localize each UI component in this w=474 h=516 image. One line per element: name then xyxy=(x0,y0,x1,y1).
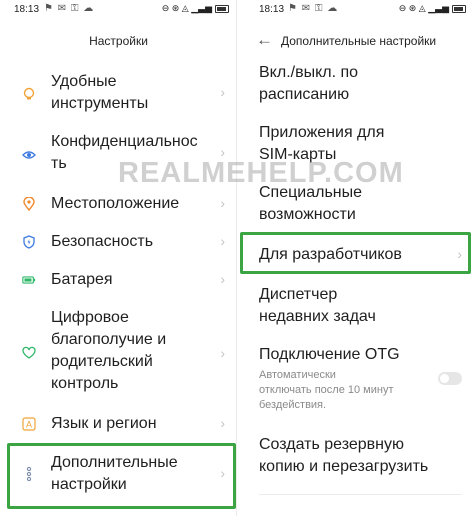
settings-item-scheduled-power[interactable]: Вкл./выкл. по расписанию xyxy=(237,62,474,108)
status-bar: 18:13 ⚑ ✉ ⚿ ☁ ⊖ ⊛ ◬ ▁▃▅ xyxy=(0,0,237,20)
system-icons: ⊖ ⊛ ◬ ▁▃▅ xyxy=(162,3,229,14)
signal-icons: ⊖ ⊛ ◬ ▁▃▅ xyxy=(161,3,212,13)
chevron-right-icon: › xyxy=(457,246,462,262)
settings-item-convenience-tools[interactable]: Удобные инструменты › xyxy=(0,70,237,118)
system-icons: ⊖ ⊛ ◬ ▁▃▅ xyxy=(399,3,466,14)
settings-item-label: Батарея xyxy=(51,271,113,288)
settings-panel: 18:13 ⚑ ✉ ⚿ ☁ ⊖ ⊛ ◬ ▁▃▅ Настройки Удобны… xyxy=(0,0,237,516)
chevron-right-icon: › xyxy=(220,271,225,287)
settings-item-backup-reboot[interactable]: Создать резервную копию и перезагрузить xyxy=(237,434,474,480)
settings-item-label: Безопасность xyxy=(51,233,154,250)
signal-icons: ⊖ ⊛ ◬ ▁▃▅ xyxy=(398,3,449,13)
language-a-icon: A xyxy=(22,417,36,431)
otg-toggle-switch[interactable] xyxy=(438,372,462,385)
privacy-eye-icon xyxy=(22,148,36,162)
chevron-right-icon: › xyxy=(220,415,225,431)
settings-item-developer-options[interactable]: Для разработчиков › xyxy=(237,244,474,268)
additional-settings-panel: 18:13 ⚑ ✉ ⚿ ☁ ⊖ ⊛ ◬ ▁▃▅ ← Дополнительные… xyxy=(237,0,474,516)
settings-item-label: Удобные инструменты xyxy=(51,73,149,112)
settings-item-label: Подключение OTG xyxy=(259,346,400,363)
settings-item-label: Цифровое благополучие и родительский кон… xyxy=(51,309,167,392)
chevron-right-icon: › xyxy=(220,195,225,211)
chevron-right-icon: › xyxy=(220,233,225,249)
settings-item-language-region[interactable]: A Язык и регион › xyxy=(0,412,237,436)
settings-item-label: Диспетчер недавних задач xyxy=(259,286,376,325)
settings-item-recent-tasks-manager[interactable]: Диспетчер недавних задач xyxy=(237,284,474,330)
notification-icons: ⚑ ✉ ⚿ ☁ xyxy=(44,3,95,14)
header: Настройки xyxy=(0,30,237,52)
bulb-icon xyxy=(22,87,36,101)
back-arrow-icon[interactable]: ← xyxy=(256,30,273,50)
settings-item-description: Автоматически отключать после 10 минут б… xyxy=(259,369,394,411)
page-title: Дополнительные настройки xyxy=(281,34,437,48)
chevron-right-icon: › xyxy=(220,84,225,100)
settings-item-label: Создать резервную копию и перезагрузить xyxy=(259,436,429,475)
page-title: Настройки xyxy=(89,34,148,48)
status-bar: 18:13 ⚑ ✉ ⚿ ☁ ⊖ ⊛ ◬ ▁▃▅ xyxy=(237,0,474,20)
divider xyxy=(259,494,462,495)
battery-status-icon xyxy=(215,4,229,13)
settings-item-label: Дополнительные настройки xyxy=(51,454,178,493)
settings-item-additional-settings[interactable]: Дополнительные настройки › xyxy=(0,451,237,499)
more-dots-icon xyxy=(22,466,36,482)
settings-item-battery[interactable]: Батарея › xyxy=(0,268,237,292)
location-pin-icon xyxy=(22,197,36,211)
settings-item-digital-wellbeing[interactable]: Цифровое благополучие и родительский кон… xyxy=(0,308,237,400)
chevron-right-icon: › xyxy=(220,345,225,361)
shield-bolt-icon xyxy=(22,235,36,249)
heart-person-icon xyxy=(22,346,36,360)
svg-text:A: A xyxy=(26,420,32,430)
watermark-text: REALMEHELP.COM xyxy=(118,157,404,189)
settings-item-location[interactable]: Местоположение › xyxy=(0,192,237,216)
settings-item-label: Для разработчиков xyxy=(259,246,402,263)
battery-icon xyxy=(22,273,36,287)
notification-icons: ⚑ ✉ ⚿ ☁ xyxy=(288,3,339,14)
status-time: 18:13 xyxy=(259,4,285,15)
chevron-right-icon: › xyxy=(220,465,225,481)
settings-item-label: Язык и регион xyxy=(51,415,157,432)
settings-item-security[interactable]: Безопасность › xyxy=(0,230,237,254)
header: ← Дополнительные настройки xyxy=(237,30,474,52)
status-time: 18:13 xyxy=(14,4,40,15)
settings-item-label: Местоположение xyxy=(51,195,180,212)
battery-status-icon xyxy=(452,4,466,13)
settings-item-otg[interactable]: Подключение OTG Автоматически отключать … xyxy=(237,344,474,414)
settings-item-label: Вкл./выкл. по расписанию xyxy=(259,64,359,103)
